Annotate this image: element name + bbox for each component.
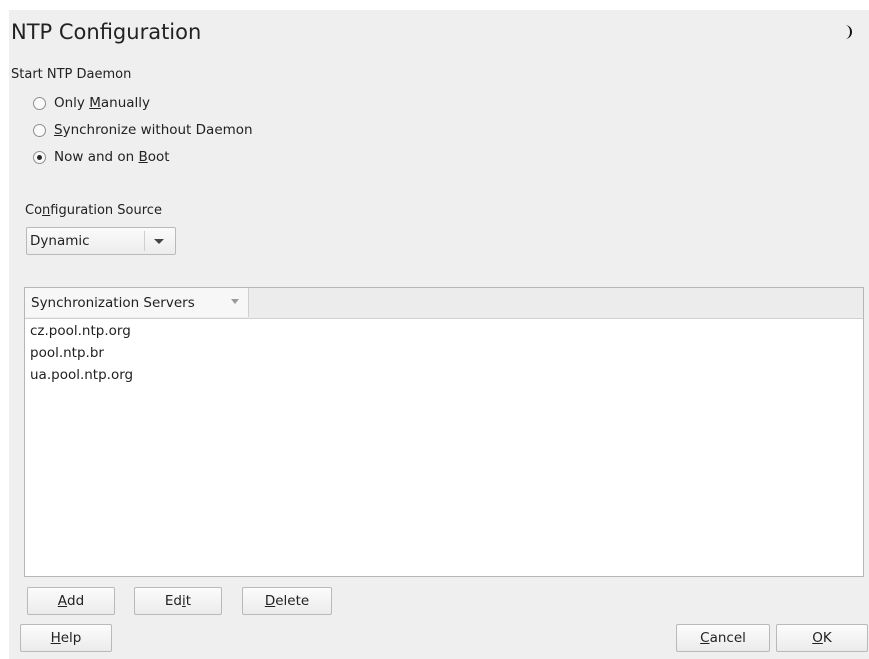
radio-label: Synchronize without Daemon — [54, 122, 253, 138]
table-row[interactable]: pool.ntp.br — [30, 342, 104, 364]
radio-button-selected[interactable] — [33, 150, 46, 164]
column-header-label: Synchronization Servers — [31, 294, 195, 311]
servers-table: Synchronization Servers cz.pool.ntp.org … — [24, 287, 864, 577]
ok-button[interactable]: OK — [776, 624, 868, 652]
radio-button[interactable] — [33, 123, 46, 137]
radio-label: Only Manually — [54, 95, 151, 111]
table-header: Synchronization Servers — [25, 288, 863, 319]
cancel-button[interactable]: Cancel — [676, 624, 770, 652]
radio-label: Now and on Boot — [54, 149, 170, 165]
radio-now-and-on-boot[interactable]: Now and on Boot — [33, 147, 170, 167]
daemon-group-label: Start NTP Daemon — [11, 67, 132, 82]
table-row[interactable]: ua.pool.ntp.org — [30, 364, 133, 386]
dialog-title: NTP Configuration — [11, 20, 202, 44]
config-source-select[interactable]: Dynamic — [26, 227, 176, 255]
config-source-value: Dynamic — [30, 233, 90, 249]
radio-button[interactable] — [33, 96, 46, 110]
edit-button[interactable]: Ed i t — [134, 587, 222, 615]
sort-arrow-icon[interactable] — [231, 299, 239, 304]
delete-button[interactable]: Delete — [242, 587, 332, 615]
radio-sync-without-daemon[interactable]: Synchronize without Daemon — [33, 120, 253, 140]
column-header-servers[interactable]: Synchronization Servers — [25, 288, 249, 317]
help-button[interactable]: Help — [20, 624, 112, 652]
config-source-label: Configuration Source — [25, 203, 162, 218]
table-row[interactable]: cz.pool.ntp.org — [30, 320, 131, 342]
radio-only-manually[interactable]: Only Manually — [33, 93, 150, 113]
chevron-down-icon[interactable] — [154, 239, 164, 244]
combo-separator — [144, 231, 145, 251]
add-button[interactable]: Add — [27, 587, 115, 615]
moon-icon[interactable] — [838, 22, 858, 42]
